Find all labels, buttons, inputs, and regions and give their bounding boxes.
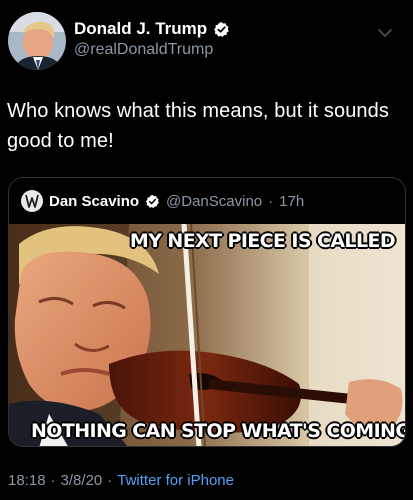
author-name-row: Donald J. Trump: [74, 17, 230, 41]
meta-separator: ·: [50, 472, 56, 489]
chevron-down-icon[interactable]: [376, 26, 394, 40]
quoted-author-handle: @DanScavino: [166, 192, 263, 210]
tweet-text: Who knows what this means, but it sounds…: [7, 100, 389, 152]
tweet-header: Donald J. Trump @realDonaldTrump: [0, 0, 413, 80]
author-display-name[interactable]: Donald J. Trump: [74, 19, 207, 39]
meta-separator: ·: [107, 472, 113, 489]
quoted-author-display-name: Dan Scavino: [49, 192, 140, 210]
quoted-timestamp: 17h: [279, 192, 305, 210]
meme-caption-bottom: NOTHING CAN STOP WHAT'S COMING: [31, 420, 406, 442]
meme-image[interactable]: MY NEXT PIECE IS CALLED NOTHING CAN STOP…: [9, 224, 406, 446]
quoted-separator: ·: [268, 192, 274, 210]
quoted-tweet-header: Dan Scavino @DanScavino · 17h: [9, 178, 405, 224]
tweet-source-link[interactable]: Twitter for iPhone: [117, 472, 234, 489]
verified-badge-icon: [213, 21, 230, 38]
tweet-date[interactable]: 3/8/20: [61, 472, 103, 489]
quoted-verified-badge-icon: [145, 194, 160, 209]
meme-caption-top: MY NEXT PIECE IS CALLED: [129, 230, 396, 252]
author-avatar[interactable]: [8, 12, 66, 70]
tweet-time[interactable]: 18:18: [8, 472, 46, 489]
quoted-tweet-card[interactable]: Dan Scavino @DanScavino · 17h MY NEXT PI…: [8, 177, 406, 447]
tweet-meta: 18:18 · 3/8/20 · Twitter for iPhone: [8, 472, 234, 489]
quoted-author-avatar: [21, 190, 43, 212]
author-handle[interactable]: @realDonaldTrump: [74, 41, 213, 59]
